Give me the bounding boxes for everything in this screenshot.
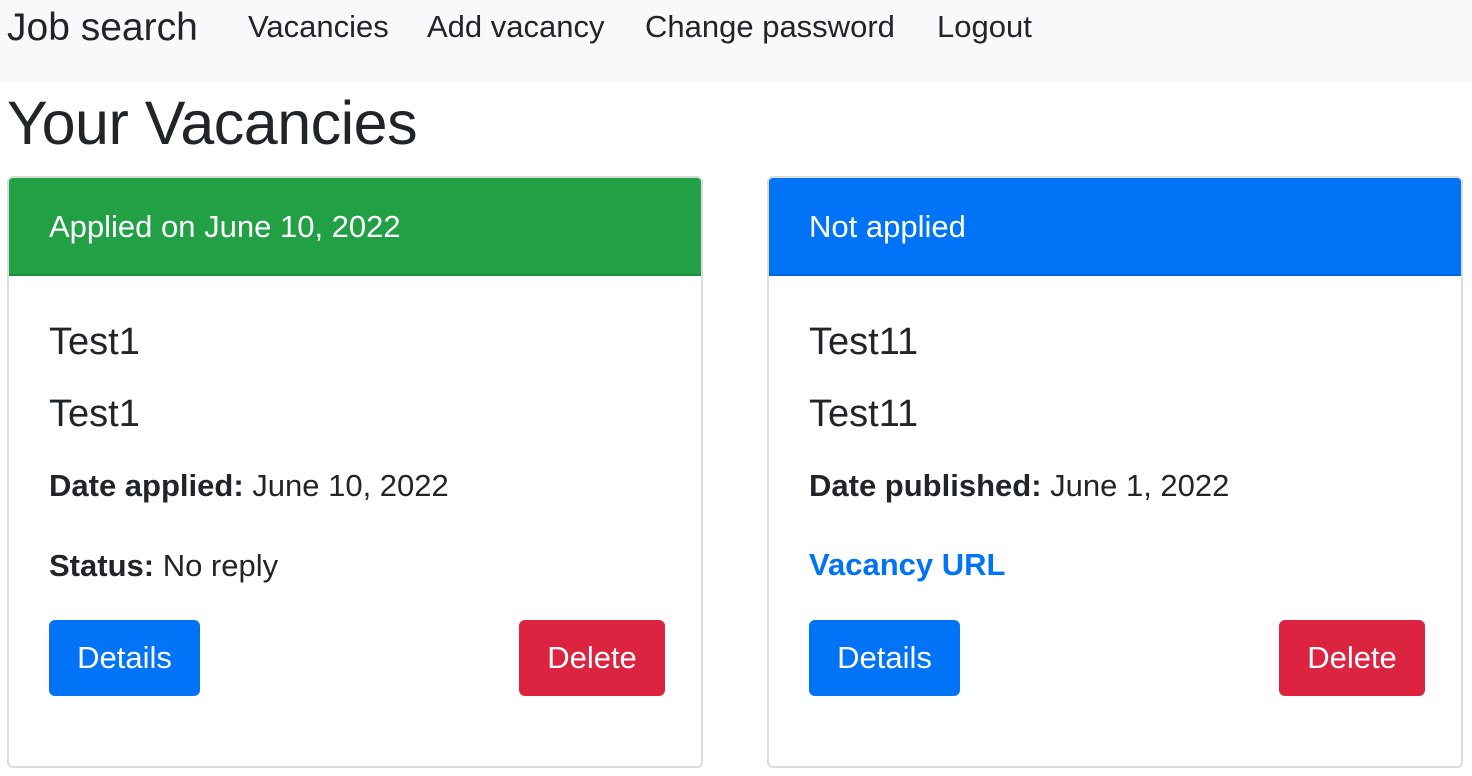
vacancy-url-link[interactable]: Vacancy URL	[809, 546, 1005, 584]
page-title: Your Vacancies	[7, 89, 418, 157]
nav-add-vacancy[interactable]: Add vacancy	[427, 8, 605, 46]
status-label: Status:	[49, 548, 155, 583]
delete-button[interactable]: Delete	[519, 620, 665, 696]
status-value: No reply	[154, 548, 279, 583]
status: Status: No reply	[49, 547, 278, 585]
card-header: Applied on June 10, 2022	[9, 178, 701, 276]
card-title: Test11	[809, 321, 919, 363]
date-applied-label: Date applied:	[49, 468, 244, 503]
card-header-label: Not applied	[809, 209, 966, 244]
card-subtitle: Test1	[49, 393, 140, 435]
nav-logout[interactable]: Logout	[937, 8, 1032, 46]
nav-change-password[interactable]: Change password	[645, 8, 895, 46]
nav-vacancies[interactable]: Vacancies	[248, 8, 389, 46]
card-subtitle: Test11	[809, 393, 919, 435]
details-button[interactable]: Details	[49, 620, 200, 696]
card-header: Not applied	[769, 178, 1461, 276]
date-applied-value: June 10, 2022	[243, 468, 449, 503]
date-published-value: June 1, 2022	[1041, 468, 1230, 503]
date-published-label: Date published:	[809, 468, 1042, 503]
card-title: Test1	[49, 321, 140, 363]
delete-button[interactable]: Delete	[1279, 620, 1425, 696]
vacancy-card: Not applied Test11 Test11 Date published…	[767, 176, 1463, 768]
vacancy-card: Applied on June 10, 2022 Test1 Test1 Dat…	[7, 176, 703, 768]
date-applied: Date applied: June 10, 2022	[49, 467, 449, 505]
details-button[interactable]: Details	[809, 620, 960, 696]
navbar: Job search Vacancies Add vacancy Change …	[0, 0, 1472, 82]
date-published: Date published: June 1, 2022	[809, 467, 1229, 505]
card-header-label: Applied on June 10, 2022	[49, 209, 401, 244]
brand-link[interactable]: Job search	[7, 6, 198, 50]
